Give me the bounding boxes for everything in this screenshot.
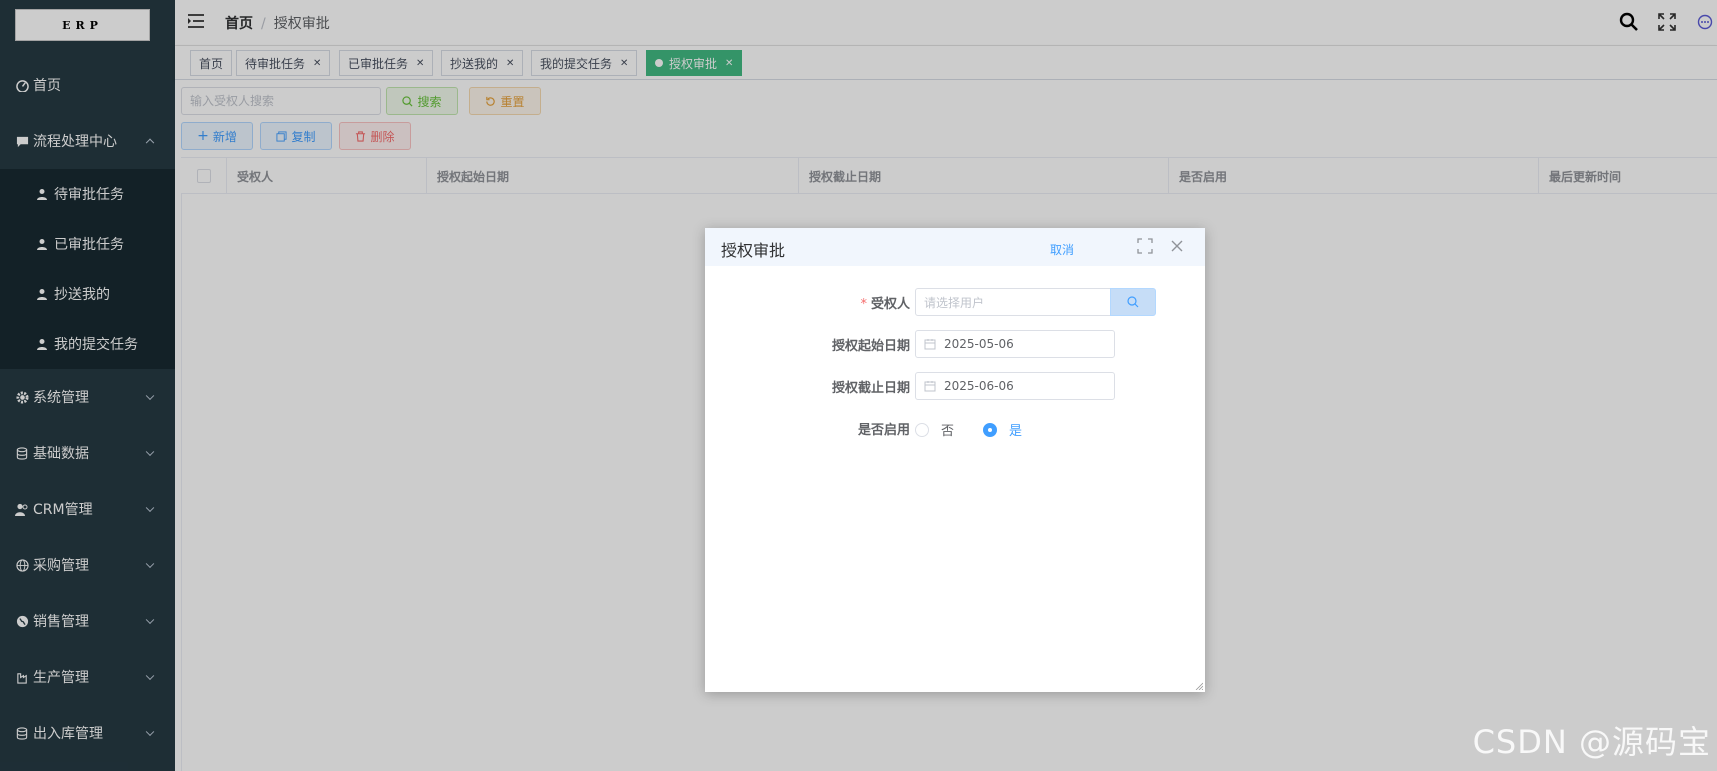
dialog-title: 授权审批 xyxy=(721,241,786,260)
end-date-label: 授权截止日期 xyxy=(831,381,910,396)
search-icon xyxy=(1127,296,1139,308)
watermark: CSDN @源码宝 xyxy=(1472,723,1711,761)
required-mark: * xyxy=(860,297,867,312)
calendar-icon xyxy=(924,339,936,350)
end-date-value: 2025-06-06 xyxy=(944,379,1014,393)
enabled-label: 是否启用 xyxy=(857,423,910,438)
start-date-value: 2025-05-06 xyxy=(944,337,1014,351)
radio-label: 是 xyxy=(1009,424,1023,439)
grantee-label-text: 受权人 xyxy=(870,297,910,312)
cancel-button[interactable]: 取消 xyxy=(1050,241,1074,258)
end-date-row: 授权截止日期 2025-06-06 xyxy=(705,371,1205,401)
radio-label: 否 xyxy=(941,424,955,439)
start-date-label: 授权起始日期 xyxy=(831,339,910,354)
dialog-header: 授权审批 取消 xyxy=(705,228,1205,266)
radio-no[interactable]: 否 xyxy=(915,420,954,439)
select-user-button[interactable] xyxy=(1110,288,1156,316)
close-icon[interactable] xyxy=(1169,238,1185,254)
grantee-row: * 受权人 请选择用户 xyxy=(705,287,1205,317)
start-date-picker[interactable]: 2025-05-06 xyxy=(915,330,1115,358)
radio-yes[interactable]: 是 xyxy=(983,420,1022,439)
start-date-row: 授权起始日期 2025-05-06 xyxy=(705,329,1205,359)
enabled-row: 是否启用 否 是 xyxy=(705,413,1205,443)
end-date-picker[interactable]: 2025-06-06 xyxy=(915,372,1115,400)
calendar-icon xyxy=(924,381,936,392)
radio-circle-checked xyxy=(983,422,997,437)
resize-handle-icon[interactable] xyxy=(1195,682,1203,690)
grantee-label: * 受权人 xyxy=(860,293,910,312)
grantee-input[interactable]: 请选择用户 xyxy=(915,288,1111,316)
radio-circle xyxy=(915,422,929,437)
fullscreen-icon[interactable] xyxy=(1137,238,1153,254)
authorization-dialog: 授权审批 取消 * 受权人 请选择用户 授权起始日期 2025-05-06 授权截… xyxy=(705,228,1205,692)
